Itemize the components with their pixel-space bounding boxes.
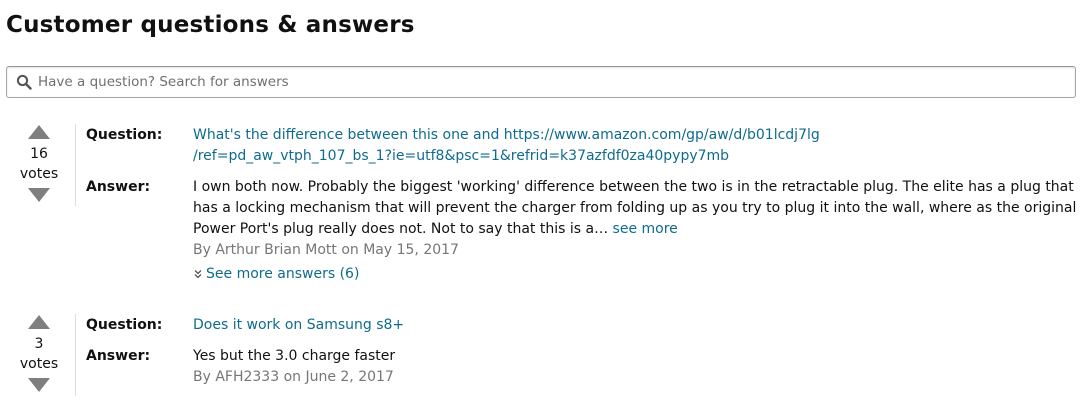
upvote-arrow-icon[interactable] — [27, 124, 51, 140]
question-text: What's the difference between this one a… — [193, 125, 1077, 167]
downvote-arrow-icon[interactable] — [27, 187, 51, 203]
question-label: Question: — [86, 127, 163, 143]
answer-byline: By AFH2333 on June 2, 2017 — [193, 369, 394, 385]
question-link[interactable]: What's the difference between this one a… — [193, 125, 843, 167]
search-icon — [16, 74, 32, 90]
votes-label: votes — [19, 166, 59, 182]
qa-section: Customer questions & answers 16 votes Qu… — [0, 0, 1080, 407]
vote-column: 16 votes — [0, 124, 78, 203]
qa-item: 3 votes Question: Does it work on Samsun… — [0, 314, 1080, 406]
question-text: Does it work on Samsung s8+ — [193, 315, 1077, 336]
answer-block: I own both now. Probably the biggest 'wo… — [193, 177, 1077, 261]
answer-label: Answer: — [86, 348, 151, 364]
vote-count: 16 — [30, 146, 48, 162]
see-more-answers-link[interactable]: See more answers (6) — [193, 266, 359, 282]
answer-block: Yes but the 3.0 charge faster By AFH2333… — [193, 346, 1077, 388]
section-heading: Customer questions & answers — [6, 12, 415, 38]
see-more-answers-label: See more answers (6) — [206, 266, 360, 282]
search-box[interactable] — [6, 66, 1076, 98]
double-chevron-down-icon — [194, 270, 202, 279]
qa-item: 16 votes Question: What's the difference… — [0, 124, 1080, 294]
search-input[interactable] — [38, 68, 1075, 96]
question-link[interactable]: Does it work on Samsung s8+ — [193, 317, 404, 333]
answer-label: Answer: — [86, 179, 151, 195]
answer-byline: By Arthur Brian Mott on May 15, 2017 — [193, 242, 459, 258]
votes-label: votes — [19, 356, 59, 372]
question-label: Question: — [86, 317, 163, 333]
see-more-link[interactable]: see more — [613, 221, 678, 237]
downvote-arrow-icon[interactable] — [27, 377, 51, 393]
answer-text: Yes but the 3.0 charge faster — [193, 348, 396, 364]
vote-column: 3 votes — [0, 314, 78, 393]
vote-divider — [75, 314, 76, 396]
vote-divider — [75, 124, 76, 206]
upvote-arrow-icon[interactable] — [27, 314, 51, 330]
vote-count: 3 — [34, 336, 44, 352]
